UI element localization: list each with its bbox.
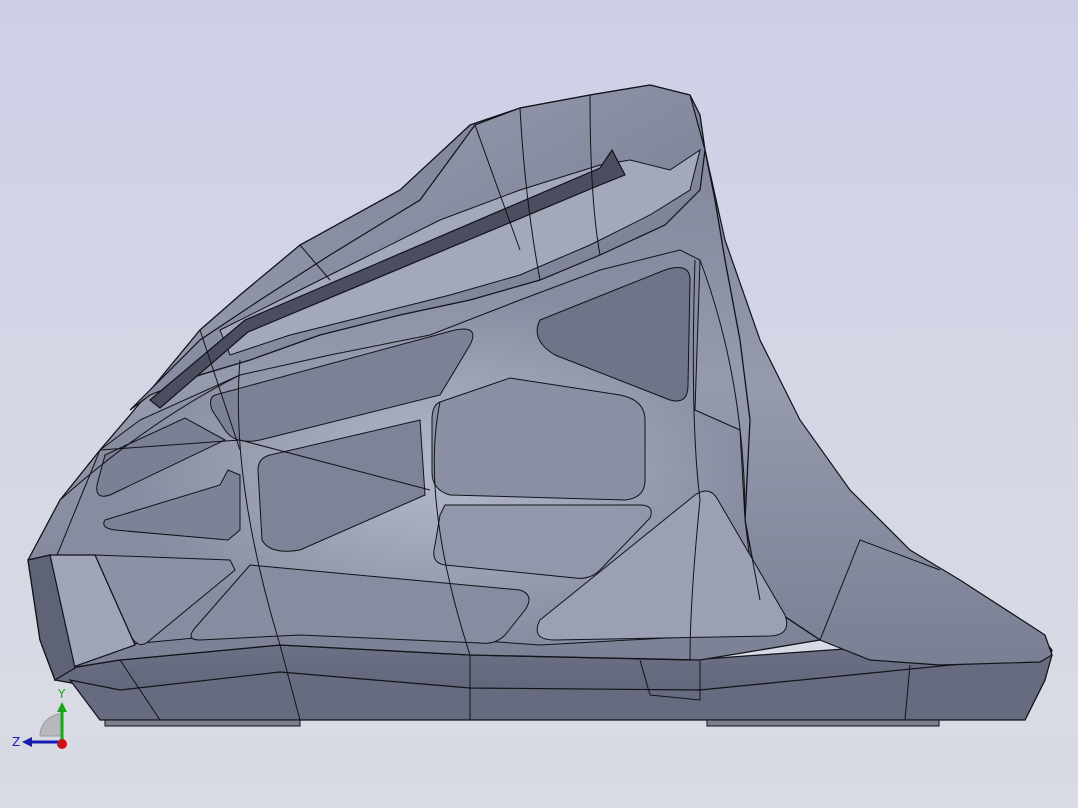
y-axis-label: Y [57, 687, 66, 701]
y-axis-arrow [57, 702, 67, 712]
orientation-triad[interactable]: Y Z [10, 676, 80, 756]
foot-right [706, 719, 940, 727]
pocket-3 [431, 377, 646, 501]
foot-left [104, 719, 301, 727]
cad-viewport[interactable]: Y Z [0, 0, 1078, 808]
z-axis-arrow [22, 737, 32, 747]
x-axis-dot [57, 739, 67, 749]
mouse-shell-3d-model[interactable] [0, 0, 1078, 808]
triad-arc [39, 713, 63, 737]
z-axis-label: Z [12, 735, 20, 749]
